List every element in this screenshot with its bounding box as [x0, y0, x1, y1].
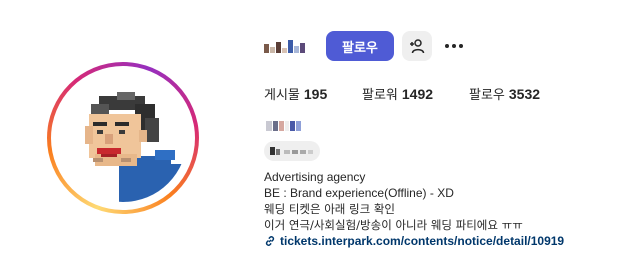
- bio-line: 웨딩 티켓은 아래 링크 확인: [264, 202, 396, 216]
- follow-button[interactable]: 팔로우: [326, 31, 394, 61]
- bio-link[interactable]: tickets.interpark.com/contents/notice/de…: [264, 233, 564, 249]
- profile-stats: 게시물 195 팔로워 1492 팔로우 3532: [264, 84, 540, 103]
- username-pixel: [270, 47, 275, 53]
- followers-stat[interactable]: 팔로워 1492: [362, 84, 469, 103]
- blurred-category: [270, 147, 313, 155]
- add-person-icon: [409, 39, 425, 54]
- avatar[interactable]: [59, 74, 187, 202]
- display-name: [266, 121, 301, 131]
- more-options-button[interactable]: [440, 31, 468, 61]
- suggested-accounts-button[interactable]: [401, 31, 432, 61]
- avatar-illustration: [59, 74, 187, 202]
- category-chip[interactable]: [264, 141, 320, 161]
- posts-count: 195: [303, 86, 328, 102]
- bio-link-text[interactable]: tickets.interpark.com/contents/notice/de…: [280, 233, 564, 249]
- username-pixel: [300, 43, 305, 53]
- following-stat[interactable]: 팔로우 3532: [469, 84, 540, 103]
- username[interactable]: [264, 39, 306, 53]
- bio-line: 이거 연극/사회실험/방송이 아니라 웨딩 파티에요 ㅠㅠ: [264, 218, 523, 232]
- followers-label[interactable]: 팔로워: [362, 84, 398, 103]
- story-ring[interactable]: [47, 62, 199, 214]
- username-pixel: [276, 42, 281, 53]
- username-pixel: [264, 44, 269, 53]
- link-icon: [265, 236, 275, 246]
- profile-header: 팔로우: [264, 30, 468, 62]
- bio: Advertising agency BE : Brand experience…: [264, 169, 564, 249]
- avatar-frame: [51, 66, 195, 210]
- username-pixel: [294, 46, 299, 53]
- username-pixel: [288, 40, 293, 53]
- posts-label: 게시물: [264, 88, 300, 103]
- ellipsis-icon: [444, 44, 463, 48]
- following-count[interactable]: 3532: [509, 86, 540, 102]
- followers-count[interactable]: 1492: [402, 86, 433, 102]
- username-pixel: [282, 48, 287, 53]
- bio-line: Advertising agency: [264, 170, 366, 184]
- bio-line: BE : Brand experience(Offline) - XD: [264, 186, 454, 200]
- following-label[interactable]: 팔로우: [469, 84, 505, 103]
- posts-stat: 게시물 195: [264, 84, 362, 103]
